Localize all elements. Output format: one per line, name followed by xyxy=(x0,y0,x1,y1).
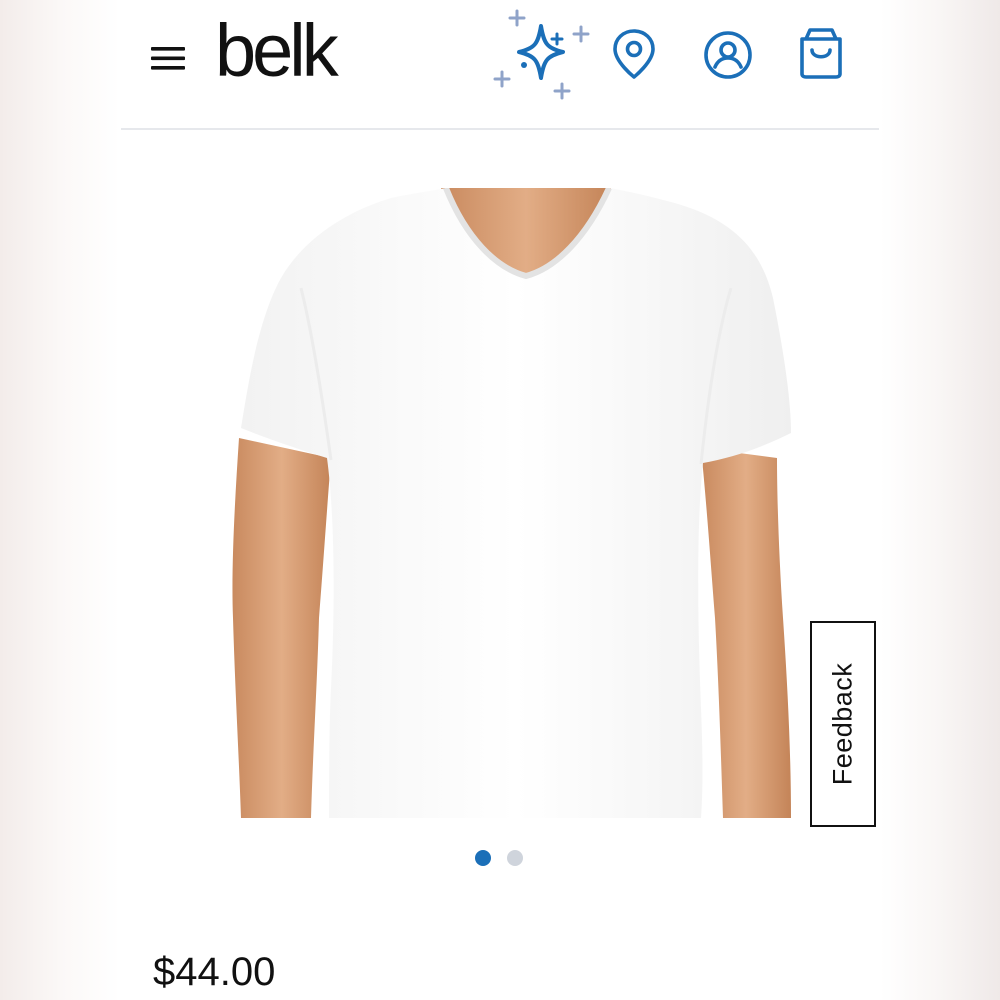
belk-logo[interactable]: belk xyxy=(215,14,339,88)
account-icon[interactable] xyxy=(703,30,753,80)
menu-icon[interactable] xyxy=(149,38,189,78)
carousel-dot-2[interactable] xyxy=(507,850,523,866)
product-image-tshirt[interactable] xyxy=(231,188,791,818)
carousel-dot-1[interactable] xyxy=(475,850,491,866)
location-pin-icon[interactable] xyxy=(611,28,657,80)
app-screen: belk Feedback $44.00 xyxy=(121,0,879,1000)
product-price: $44.00 xyxy=(153,950,276,994)
image-carousel-dots xyxy=(475,850,523,866)
feedback-label: Feedback xyxy=(827,662,858,786)
site-header: belk xyxy=(121,0,879,130)
shopping-bag-icon[interactable] xyxy=(797,26,845,80)
feedback-tab[interactable]: Feedback xyxy=(810,621,876,827)
sparkle-ai-icon[interactable] xyxy=(491,4,595,102)
